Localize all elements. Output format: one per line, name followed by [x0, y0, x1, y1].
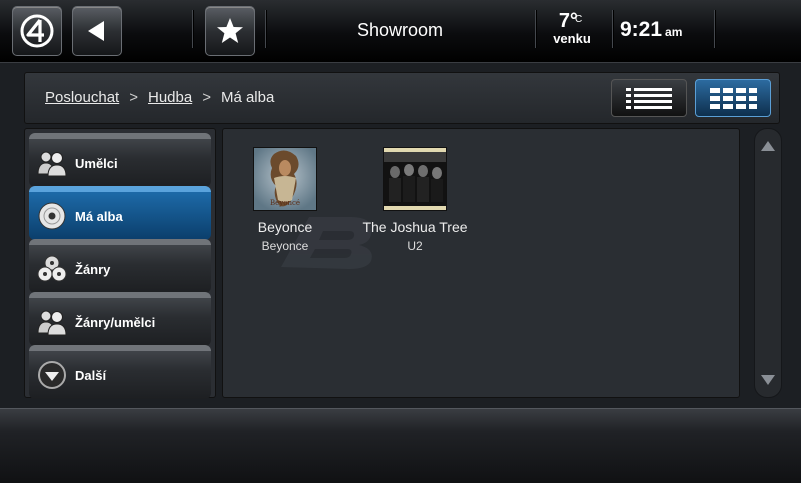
room-title[interactable]: Showroom [290, 20, 510, 41]
clock-time: 9:21 [620, 18, 663, 41]
sidebar-item-label: Má alba [75, 208, 123, 224]
sidebar: Umělci Má alba Žánry Žánry/umělci Další [24, 128, 216, 399]
breadcrumb-separator: > [202, 89, 211, 106]
sidebar-item-genre-artists[interactable]: Žánry/umělci [29, 292, 211, 346]
breadcrumb-current: Má alba [220, 89, 275, 106]
more-icon [37, 360, 67, 390]
album-tile[interactable]: Beyoncé Beyonce Beyonce [225, 147, 345, 253]
sidebar-item-label: Další [75, 367, 107, 383]
list-view-button[interactable] [611, 79, 687, 117]
grid-view-icon [710, 88, 757, 109]
album-artist: Beyonce [261, 239, 309, 253]
breadcrumb: Poslouchat > Hudba > Má alba [45, 89, 274, 106]
back-arrow-icon [88, 21, 104, 41]
scroll-up-icon[interactable] [761, 141, 775, 151]
album-cover: Beyoncé [253, 147, 317, 211]
temperature-unit: C [574, 14, 583, 25]
artists-icon [37, 148, 67, 178]
divider [714, 10, 715, 48]
clock: 9:21 am [620, 18, 682, 42]
bottom-bar [0, 408, 801, 483]
album-title: The Joshua Tree [362, 219, 468, 235]
sidebar-item-label: Žánry [75, 261, 111, 277]
home-button[interactable] [12, 6, 62, 56]
logo-icon [20, 14, 54, 48]
sidebar-item-label: Umělci [75, 155, 118, 171]
album-tile[interactable]: The Joshua Tree U2 [355, 147, 475, 253]
grid-view-button[interactable] [695, 79, 771, 117]
list-view-icon [626, 88, 672, 109]
sidebar-item-genres[interactable]: Žánry [29, 239, 211, 293]
breadcrumb-separator: > [129, 89, 138, 106]
clock-ampm: am [665, 25, 683, 39]
album-grid: Beyoncé Beyonce Beyonce The Joshua Tree … [222, 128, 740, 398]
breadcrumb-link-music[interactable]: Hudba [148, 89, 192, 106]
divider [192, 10, 193, 48]
divider [612, 10, 613, 48]
album-cover [383, 147, 447, 211]
sidebar-item-artists[interactable]: Umělci [29, 133, 211, 187]
top-bar: Showroom 7°C venku 9:21 am [0, 0, 801, 63]
back-button[interactable] [72, 6, 122, 56]
album-artist: U2 [407, 239, 423, 253]
genre-artists-icon [37, 307, 67, 337]
favorites-button[interactable] [205, 6, 255, 56]
scrollbar[interactable] [754, 128, 782, 398]
divider [265, 10, 266, 48]
weather-widget[interactable]: 7°C venku [540, 10, 604, 46]
scroll-down-icon[interactable] [761, 375, 775, 385]
svg-text:Beyoncé: Beyoncé [270, 199, 300, 207]
album-disc-icon [37, 201, 67, 231]
breadcrumb-bar: Poslouchat > Hudba > Má alba [24, 72, 780, 124]
album-title: Beyonce [257, 219, 313, 235]
breadcrumb-link-listen[interactable]: Poslouchat [45, 89, 119, 106]
sidebar-item-label: Žánry/umělci [75, 314, 156, 330]
sidebar-item-my-albums[interactable]: Má alba [29, 186, 211, 240]
temperature-location: venku [553, 31, 591, 46]
sidebar-item-more[interactable]: Další [29, 345, 211, 399]
divider [535, 10, 536, 48]
star-icon [217, 18, 243, 43]
genres-icon [37, 254, 67, 284]
